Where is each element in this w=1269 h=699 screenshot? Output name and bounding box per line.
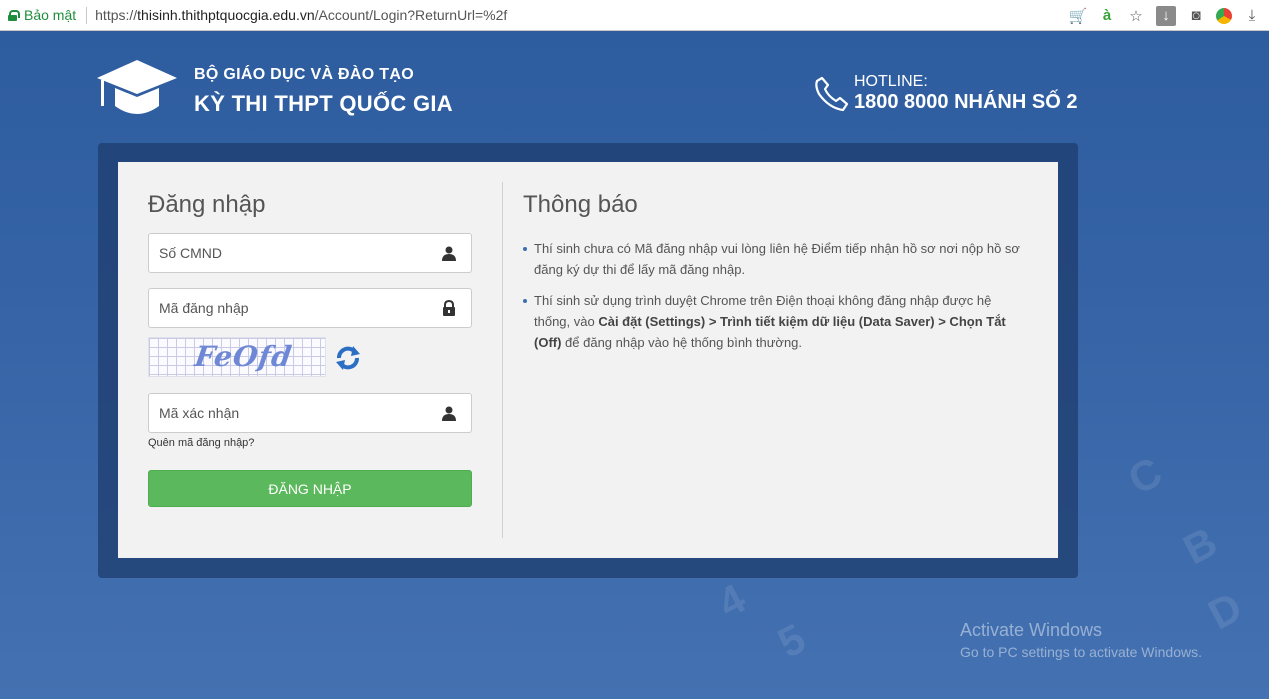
download-arrow-icon[interactable]: ⤓ [1243,7,1261,25]
login-button[interactable]: ĐĂNG NHẬP [148,470,472,507]
exam-name: KỲ THI THPT QUỐC GIA [194,91,453,116]
address-separator [86,6,88,24]
download-icon[interactable]: ↓ [1156,5,1176,26]
login-code-input[interactable] [149,289,429,327]
lock-icon[interactable] [8,9,20,21]
url-scheme: https:// [95,7,138,23]
user-icon [442,406,456,421]
user-icon [442,246,456,261]
secure-label[interactable]: Bảo mật [24,7,76,23]
cmnd-input[interactable] [149,234,429,272]
background-number-deco: 5 [770,614,813,667]
a-icon[interactable]: à [1098,7,1116,25]
notice-item-text: Thí sinh chưa có Mã đăng nhập vui lòng l… [534,241,1020,277]
star-icon[interactable]: ☆ [1127,7,1145,25]
toolbar-icons: 🛒 à ☆ ↓ ◙ ⤓ [1069,0,1261,31]
background-letter-deco: B [1175,517,1225,574]
background-number-deco: 4 [710,574,753,627]
lock-icon [443,300,455,316]
notice-title: Thông báo [523,191,638,218]
activate-windows-title: Activate Windows [960,620,1103,640]
graduation-cap-icon [97,60,177,114]
verify-code-input[interactable] [149,394,429,432]
url-path: /Account/Login?ReturnUrl=%2f [314,7,508,23]
background-letter-deco: C [1120,447,1170,504]
background-letter-deco: D [1200,582,1250,639]
cmnd-field[interactable] [148,233,472,273]
verify-code-field[interactable] [148,393,472,433]
login-title: Đăng nhập [148,191,266,218]
forgot-code-link[interactable]: Quên mã đăng nhập? [148,437,254,449]
activate-windows-watermark: Activate Windows Go to PC settings to ac… [960,620,1202,660]
org-name: BỘ GIÁO DỤC VÀ ĐÀO TẠO [194,66,414,83]
url-host: thisinh.thithptquocgia.edu.vn [137,7,315,23]
color-icon[interactable] [1216,7,1232,24]
refresh-captcha-icon[interactable] [333,344,363,372]
hotline-number: 1800 8000 NHÁNH SỐ 2 [854,91,1078,113]
browser-address-bar: Bảo mật https://thisinh.thithptquocgia.e… [0,0,1269,31]
phone-icon [815,76,849,112]
captcha-text: FeOfd [192,340,295,373]
login-code-field[interactable] [148,288,472,328]
notice-item: Thí sinh sử dụng trình duyệt Chrome trên… [523,290,1028,353]
url-text[interactable]: https://thisinh.thithptquocgia.edu.vn/Ac… [95,7,507,23]
notice-list: Thí sinh chưa có Mã đăng nhập vui lòng l… [523,238,1028,363]
hotline-label: HOTLINE: [854,73,928,90]
captcha-image: FeOfd [148,337,326,377]
notice-item-text: để đăng nhập vào hệ thống bình thường. [561,335,803,350]
activate-windows-subtitle: Go to PC settings to activate Windows. [960,644,1202,660]
notice-item: Thí sinh chưa có Mã đăng nhập vui lòng l… [523,238,1028,280]
card-divider [502,182,503,538]
cart-icon[interactable]: 🛒 [1069,7,1088,25]
camera-icon[interactable]: ◙ [1187,7,1205,25]
